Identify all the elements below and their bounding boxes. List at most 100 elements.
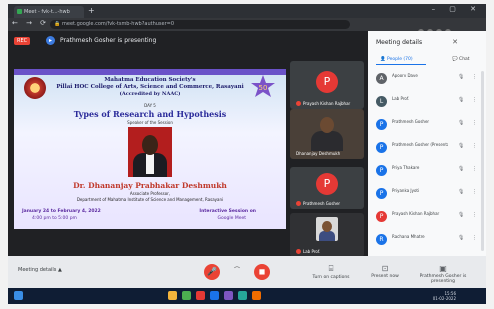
participant-avatar: P (316, 71, 338, 93)
browser-tab-meet[interactable]: Meet - fvk-t...-hwb (14, 6, 84, 18)
person-name: Apoorv Dave (392, 73, 418, 78)
address-bar-row: ← → ⟳ 🔒 meet.google.com/fvk-tsmb-hwb?aut… (8, 18, 486, 35)
new-tab-plus-icon[interactable]: + (88, 6, 95, 16)
avatar: P (376, 165, 387, 176)
more-vert-icon[interactable]: ⋮ (472, 120, 477, 126)
panel-scrollbar[interactable] (481, 71, 484, 251)
slide-time: 4:00 pm to 5:00 pm (32, 216, 77, 221)
speaker-institute: Department of Mahatma Institute of Scien… (76, 197, 224, 202)
person-name: Rachana Mhatre (392, 234, 425, 239)
participant-name: Prathmesh Gosher (303, 200, 341, 206)
app-icon[interactable] (252, 291, 261, 300)
tab-chat[interactable]: 💬 Chat (452, 57, 470, 62)
slide-day: DAY 5 (144, 103, 156, 108)
windows-taskbar: 15:56 01-02-2022 (8, 288, 486, 304)
avatar: A (376, 73, 387, 84)
taskbar-clock[interactable]: 15:56 01-02-2022 (433, 291, 456, 301)
mic-icon[interactable]: 🎙 (458, 120, 464, 126)
people-list-item[interactable]: L Lab Prof. 🎙 ⋮ (376, 94, 480, 110)
explorer-icon[interactable] (168, 291, 177, 300)
mic-off-icon (296, 101, 301, 106)
chevron-up-icon: ▲ (58, 267, 62, 273)
more-vert-icon[interactable]: ⋮ (472, 143, 477, 149)
app-icon[interactable] (196, 291, 205, 300)
avatar: P (376, 188, 387, 199)
people-list-item[interactable]: P Prathmesh Gosher (Presentation) 🎙 ⋮ (376, 140, 480, 156)
mic-icon[interactable]: 🎙 (458, 212, 464, 218)
more-vert-icon[interactable]: ⋮ (472, 212, 477, 218)
person-name: Priya Thakare (392, 165, 420, 170)
chrome-icon[interactable] (210, 291, 219, 300)
more-vert-icon[interactable]: ⋮ (472, 235, 477, 241)
active-tab-underline (376, 64, 426, 65)
participant-name: Prayash Kishan Rajbhar (303, 100, 351, 106)
more-vert-icon[interactable]: ⋮ (472, 74, 477, 80)
photo-frame: Meet - fvk-t...-hwb + – ▢ ✕ ← → ⟳ 🔒 meet… (0, 0, 494, 309)
slide-mode: Interactive Session on (199, 209, 256, 214)
participant-tile[interactable]: P Prathmesh Gosher (290, 167, 364, 209)
slide-top-bar (14, 69, 286, 75)
window-controls[interactable]: – ▢ ✕ (432, 5, 482, 13)
meet-stage: REC ▸ Prathmesh Gosher is presenting 50 … (8, 31, 368, 257)
extension-icons[interactable] (418, 20, 478, 35)
slide-college: Pillai HOC College of Arts, Science and … (56, 84, 244, 90)
tab-people[interactable]: 👤 People (70) (380, 57, 413, 62)
mic-icon[interactable]: 🎙 (458, 97, 464, 103)
more-vert-icon[interactable]: ⋮ (472, 189, 477, 195)
mic-off-icon (296, 249, 301, 254)
people-list-item[interactable]: R Rachana Mhatre 🎙 ⋮ (376, 232, 480, 248)
lock-icon: 🔒 (54, 21, 61, 27)
mic-icon[interactable]: 🎙 (458, 189, 464, 195)
avatar: P (376, 142, 387, 153)
people-list-item[interactable]: P Priyanka Jyoti 🎙 ⋮ (376, 186, 480, 202)
people-list-item[interactable]: P Prathmesh Gosher 🎙 ⋮ (376, 117, 480, 133)
nav-back-forward-reload-icon[interactable]: ← → ⟳ (12, 19, 49, 27)
slide-platform: Google Meet (217, 216, 246, 221)
app-icon[interactable] (224, 291, 233, 300)
participant-video (308, 117, 346, 151)
meet-controls-bar: Meeting details ▲ 🎤 ⌒ ◼ ⌸ Turn on caption… (8, 256, 486, 288)
start-icon[interactable] (14, 291, 23, 300)
mic-icon[interactable]: 🎙 (458, 143, 464, 149)
app-icon[interactable] (182, 291, 191, 300)
person-name: Priyanka Jyoti (392, 188, 420, 193)
recording-badge: REC (14, 37, 31, 45)
monitor-screen: Meet - fvk-t...-hwb + – ▢ ✕ ← → ⟳ 🔒 meet… (8, 4, 486, 304)
slide-title: Types of Research and Hypothesis (73, 109, 227, 119)
participant-tile-self[interactable]: Lab Prof. (290, 213, 364, 257)
more-vert-icon[interactable]: ⋮ (472, 166, 477, 172)
anniversary-logo: 50 (251, 75, 275, 97)
close-icon[interactable]: ✕ (452, 38, 458, 46)
mic-icon[interactable]: 🎙 (458, 235, 464, 241)
url-field[interactable]: 🔒 meet.google.com/fvk-tsmb-hwb?authuser=… (50, 20, 350, 29)
participant-tile-video[interactable]: Dhananjay Deshmukh (290, 109, 364, 159)
hangup-button[interactable]: ⌒ (232, 268, 242, 274)
speaker-name: Dr. Dhananjay Prabhakar Deshmukh (73, 181, 227, 190)
participant-avatar: P (316, 173, 338, 195)
presentation-slide: 50 Mahatma Education Society's Pillai HO… (14, 69, 286, 229)
captions-button[interactable]: ⌸ Turn on captions (306, 264, 356, 280)
panel-title: Meeting details (376, 39, 423, 46)
people-list-item[interactable]: P Prayash Kishan Rajbhar 🎙 ⋮ (376, 209, 480, 225)
mic-toggle-button[interactable]: 🎤 (204, 264, 220, 280)
person-name: Prathmesh Gosher (392, 119, 430, 124)
present-icon: ⊡ (381, 264, 389, 273)
app-icon[interactable] (238, 291, 247, 300)
people-list-item[interactable]: A Apoorv Dave 🎙 ⋮ (376, 71, 480, 87)
screen-share-icon: ▣ (439, 264, 447, 273)
people-list-item[interactable]: P Priya Thakare 🎙 ⋮ (376, 163, 480, 179)
meeting-details-button[interactable]: Meeting details ▲ (18, 267, 62, 273)
more-vert-icon[interactable]: ⋮ (472, 97, 477, 103)
browser-tabbar: Meet - fvk-t...-hwb + – ▢ ✕ (8, 4, 486, 18)
camera-toggle-button[interactable]: ◼ (254, 264, 270, 280)
present-now-button[interactable]: ⊡ Present now (360, 264, 410, 279)
participant-tile[interactable]: P Prayash Kishan Rajbhar (290, 61, 364, 109)
slide-date: January 24 to February 4, 2022 (22, 209, 101, 214)
avatar: P (376, 211, 387, 222)
captions-icon: ⌸ (328, 264, 334, 273)
mic-icon[interactable]: 🎙 (458, 166, 464, 172)
mic-icon[interactable]: 🎙 (458, 74, 464, 80)
avatar: R (376, 234, 387, 245)
presenting-label: Prathmesh Gosher is presenting (60, 37, 157, 44)
presenting-status[interactable]: ▣ Prathmesh Gosher is presenting (418, 264, 468, 284)
